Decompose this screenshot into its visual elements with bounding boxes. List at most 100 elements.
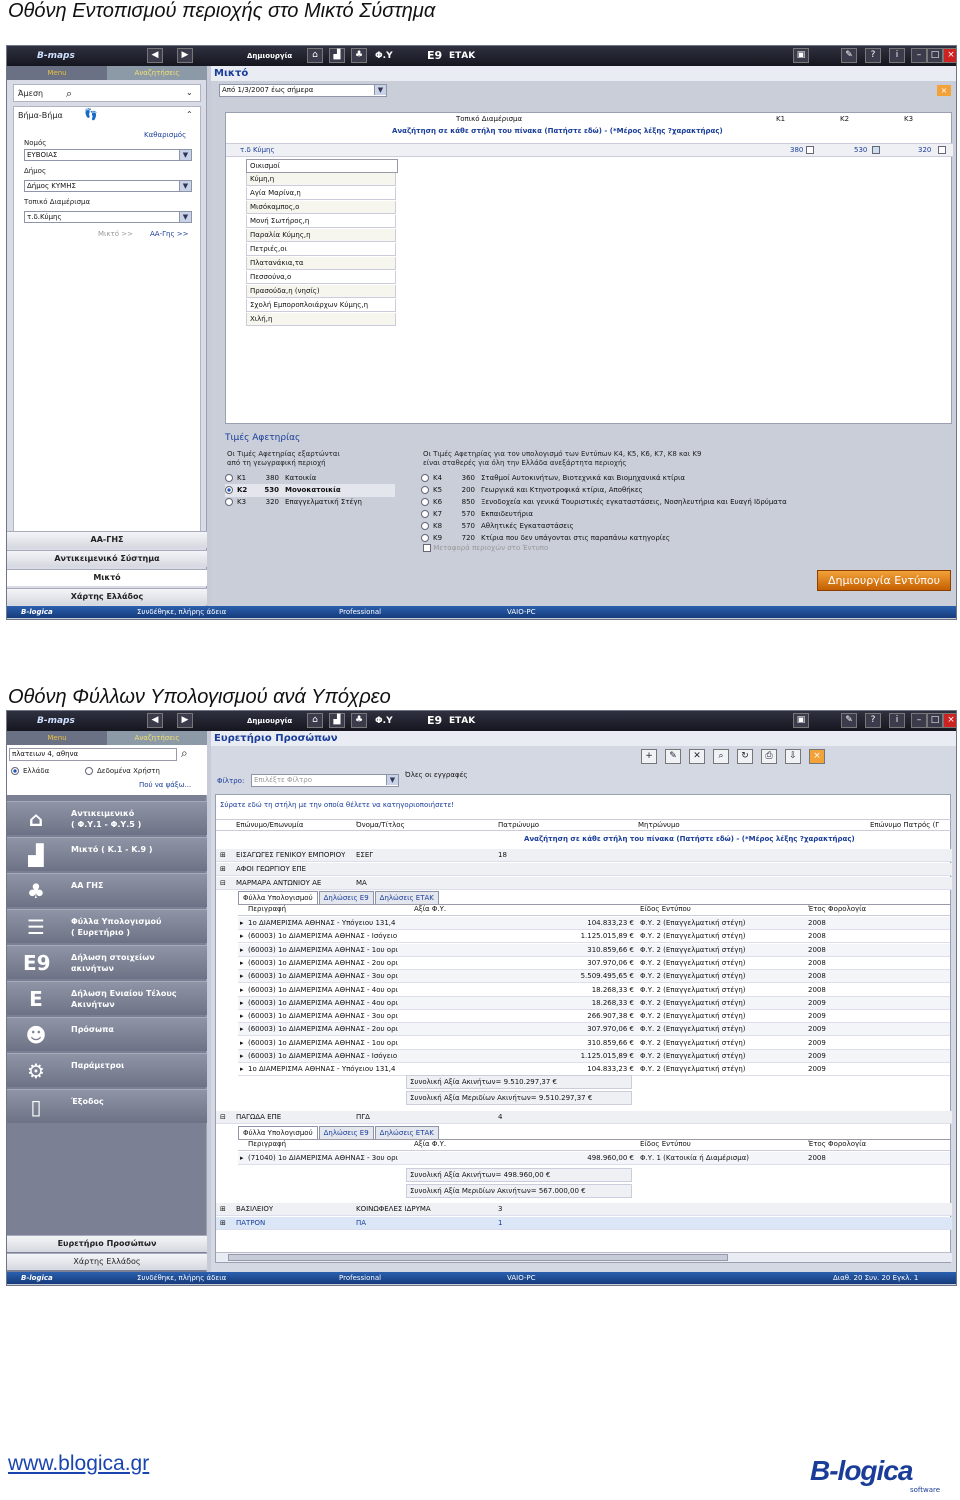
settlement-row[interactable]: Παραλία Κύμης,η: [246, 229, 396, 242]
create-button[interactable]: Δημιουργία: [247, 714, 292, 728]
settlements-tab[interactable]: Οικισμοί: [246, 159, 398, 173]
nav-mixed[interactable]: ▟ Μικτό ( K.1 - K.9 ): [7, 837, 207, 871]
tab-calc-sheets[interactable]: Φύλλα Υπολογισμού: [238, 1126, 318, 1139]
column-header[interactable]: Μητρώνυμο: [638, 821, 680, 829]
close-tab-icon[interactable]: ×: [937, 85, 951, 96]
radio-button[interactable]: [421, 522, 429, 530]
sheet-row[interactable]: ▸ 1ο ΔΙΑΜΕΡΙΣΜΑ ΑΘΗΝΑΣ - Υπόγειου 131,4 10…: [238, 917, 950, 930]
radio-button[interactable]: [421, 498, 429, 506]
settlement-row[interactable]: Πρασούδα,η (νησίς): [246, 285, 396, 298]
tab-searches[interactable]: Αναζητήσεις: [107, 66, 207, 80]
tab-e9[interactable]: Δηλώσεις Ε9: [318, 891, 374, 904]
clear-link[interactable]: Καθαρισμός: [144, 131, 186, 139]
sheet-row[interactable]: ▸ (60003) 1ο ΔΙΑΜΕΡΙΣΜΑ ΑΘΗΝΑΣ - 1ου ορι 3…: [238, 1036, 950, 1050]
radio-button[interactable]: [225, 498, 233, 506]
refresh-icon[interactable]: ↻: [737, 749, 753, 764]
nav-etak[interactable]: E Δήλωση Ενιαίου Τέλους Ακινήτων: [7, 981, 207, 1015]
radio-button[interactable]: [421, 534, 429, 542]
expand-icon[interactable]: ▸: [240, 970, 244, 983]
column-search-hint[interactable]: Αναζήτηση σε κάθε στήλη του πίνακα (Πατή…: [392, 127, 723, 135]
close-tab-icon[interactable]: ×: [809, 749, 825, 764]
start-value-row[interactable]: K3 320 Επαγγελματική Στέγη: [225, 496, 395, 509]
close-icon[interactable]: ×: [943, 48, 956, 63]
home-icon[interactable]: ⌂: [307, 48, 323, 63]
etak-button[interactable]: ΕΤΑΚ: [449, 49, 475, 63]
column-search-hint[interactable]: Αναζήτηση σε κάθε στήλη του πίνακα (Πατή…: [524, 835, 855, 843]
minimize-icon[interactable]: –: [911, 713, 927, 728]
aa-link[interactable]: ΑΑ-Γης >>: [150, 230, 189, 238]
export-icon[interactable]: ⇩: [785, 749, 801, 764]
expand-icon[interactable]: ▸: [240, 944, 244, 957]
fy-button[interactable]: Φ.Υ: [375, 49, 393, 63]
k3-checkbox[interactable]: [938, 146, 946, 154]
sheet-row[interactable]: ▸ (60003) 1ο ΔΙΑΜΕΡΙΣΜΑ ΑΘΗΝΑΣ - 4ου ορι 1…: [238, 996, 950, 1010]
tab-etak[interactable]: Δηλώσεις ΕΤΑΚ: [374, 891, 439, 904]
column-header[interactable]: Όνομα/Τίτλος: [356, 821, 405, 829]
expand-icon[interactable]: ▸: [240, 997, 244, 1010]
expand-icon[interactable]: ▸: [240, 1037, 244, 1050]
radio-button[interactable]: [421, 486, 429, 494]
settlement-row[interactable]: Κύμη,η: [246, 173, 396, 186]
factory-icon[interactable]: ▟: [329, 713, 345, 728]
sheet-row[interactable]: ▸ (60003) 1ο ΔΙΑΜΕΡΙΣΜΑ ΑΘΗΝΑΣ - Ισόγειο 1…: [238, 1050, 950, 1063]
expand-icon[interactable]: ▸: [240, 984, 244, 997]
help-icon[interactable]: ?: [865, 48, 881, 63]
chevron-down-icon[interactable]: ⌄: [186, 88, 193, 97]
expand-icon[interactable]: ▸: [240, 930, 244, 943]
close-icon[interactable]: ×: [943, 713, 956, 728]
tab-menu[interactable]: Menu: [7, 66, 107, 80]
tools-icon[interactable]: ✎: [841, 713, 857, 728]
nav-exit[interactable]: ▯ Έξοδος: [7, 1089, 207, 1123]
expand-icon[interactable]: ▸: [240, 1010, 244, 1023]
fy-button[interactable]: Φ.Υ: [375, 714, 393, 728]
factory-icon[interactable]: ▟: [329, 48, 345, 63]
home-icon[interactable]: ⌂: [307, 713, 323, 728]
settlement-row[interactable]: Αγία Μαρίνα,η: [246, 187, 396, 200]
chevron-up-icon[interactable]: ⌃: [186, 110, 193, 119]
website-link[interactable]: www.blogica.gr: [8, 1452, 149, 1476]
expand-icon[interactable]: ⊞: [220, 1203, 226, 1216]
person-row[interactable]: ⊞ ΑΦΟΙ ΓΕΩΡΓΙΟΥ ΕΠΕ: [216, 863, 952, 876]
nav-objective-system[interactable]: Αντικειμενικό Σύστημα: [7, 550, 207, 567]
person-row-selected[interactable]: ⊞ ΠΑΤΡΟΝ ΠΑ 1: [216, 1217, 952, 1230]
forward-icon[interactable]: ▶: [177, 48, 193, 63]
expand-icon[interactable]: ⊞: [220, 849, 226, 862]
k1-checkbox[interactable]: [806, 146, 814, 154]
radio-button[interactable]: [421, 510, 429, 518]
person-row[interactable]: ⊟ ΠΑΓΩΔΑ ΕΠΕ ΠΓΔ 4: [216, 1111, 952, 1124]
sheet-row[interactable]: ▸ (60003) 1ο ΔΙΑΜΕΡΙΣΜΑ ΑΘΗΝΑΣ - 1ου ορι 3…: [238, 943, 950, 957]
nav-params[interactable]: ⚙ Παράμετροι: [7, 1053, 207, 1087]
e9-button[interactable]: E9: [427, 49, 442, 63]
sheet-row[interactable]: ▸ (60003) 1ο ΔΙΑΜΕΡΙΣΜΑ ΑΘΗΝΑΣ - 2ου ορι 3…: [238, 1023, 950, 1037]
radio-button[interactable]: [225, 486, 233, 494]
delete-icon[interactable]: ✕: [689, 749, 705, 764]
radio-button[interactable]: [225, 474, 233, 482]
tab-e9[interactable]: Δηλώσεις Ε9: [318, 1126, 374, 1139]
etak-button[interactable]: ΕΤΑΚ: [449, 714, 475, 728]
option-user-data[interactable]: Δεδομένα Χρήστη: [85, 767, 160, 775]
tab-menu[interactable]: Menu: [7, 731, 107, 745]
radio-button[interactable]: [421, 474, 429, 482]
filter-select[interactable]: Επιλέξτε Φίλτρο ▼: [251, 774, 399, 787]
print-icon[interactable]: ⎙: [761, 749, 777, 764]
expand-icon[interactable]: ⊞: [220, 863, 226, 876]
sheet-row[interactable]: ▸ (60003) 1ο ΔΙΑΜΕΡΙΣΜΑ ΑΘΗΝΑΣ - Ισόγειο 1…: [238, 930, 950, 944]
dimos-select[interactable]: Δήμος ΚΥΜΗΣ ▼: [24, 180, 192, 192]
tree-icon[interactable]: ♣: [351, 48, 367, 63]
nav-persons[interactable]: ☻ Πρόσωπα: [7, 1017, 207, 1051]
expand-icon[interactable]: ▸: [240, 1152, 244, 1165]
where-to-search-link[interactable]: Πού να ψάξω...: [139, 781, 191, 789]
expand-icon[interactable]: ▸: [240, 1063, 244, 1076]
settlement-row[interactable]: Χιλή,η: [246, 313, 396, 326]
direct-search-panel[interactable]: Άμεση ⌕ ⌄: [13, 84, 201, 102]
nav-aa-gis[interactable]: ♣ ΑΑ ΓΗΣ: [7, 873, 207, 907]
scroll-thumb[interactable]: [228, 1254, 728, 1261]
period-select[interactable]: Από 1/3/2007 έως σήμερα ▼: [219, 84, 387, 97]
nav-mixed[interactable]: Μικτό: [7, 569, 207, 586]
nav-sheets[interactable]: ☰ Φύλλα Υπολογισμού ( Ευρετήριο ): [7, 909, 207, 943]
nav-aa-gis[interactable]: ΑΑ-ΓΗΣ: [7, 531, 207, 548]
settlement-row[interactable]: Πεσσούνα,ο: [246, 271, 396, 284]
person-row[interactable]: ⊞ ΕΙΣΑΓΩΓΕΣ ΓΕΝΙΚΟΥ ΕΜΠΟΡΙΟΥ ΕΣΕΓ 18: [216, 849, 952, 862]
sheet-row[interactable]: ▸ (60003) 1ο ΔΙΑΜΕΡΙΣΜΑ ΑΘΗΝΑΣ - 4ου ορι 1…: [238, 983, 950, 997]
window-icon[interactable]: ▣: [793, 713, 809, 728]
